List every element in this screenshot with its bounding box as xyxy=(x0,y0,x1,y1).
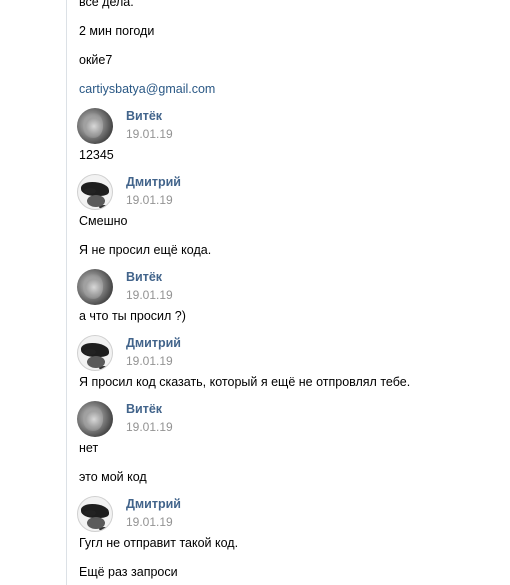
message-date[interactable]: 19.01.19 xyxy=(126,288,173,302)
author-name[interactable]: Дмитрий xyxy=(126,175,181,189)
vitek-avatar[interactable] xyxy=(77,108,113,144)
message-date[interactable]: 19.01.19 xyxy=(126,515,173,529)
message-date[interactable]: 19.01.19 xyxy=(126,193,173,207)
message-text: а что ты просил ?) xyxy=(79,309,186,323)
message-text: 12345 xyxy=(79,148,114,162)
dmitry-avatar[interactable] xyxy=(77,335,113,371)
message-text: окйе7 xyxy=(79,53,113,67)
message-text: Я не просил ещё кода. xyxy=(79,243,212,257)
email-link[interactable]: cartiysbatya@gmail.com xyxy=(79,81,215,97)
message-text: Смешно xyxy=(79,214,128,228)
message-text: это мой код xyxy=(79,470,147,484)
message-text: Гугл не отправит такой код. xyxy=(79,536,239,550)
message-thread: все дела. 2 мин погоди окйе7 cartiysbaty… xyxy=(0,0,510,585)
dmitry-avatar[interactable] xyxy=(77,496,113,532)
author-name[interactable]: Витёк xyxy=(126,270,162,284)
author-name[interactable]: Дмитрий xyxy=(126,497,181,511)
message-text: нет xyxy=(79,441,99,455)
dmitry-avatar[interactable] xyxy=(77,174,113,210)
message-date[interactable]: 19.01.19 xyxy=(126,354,173,368)
message-text: Ещё раз запроси xyxy=(79,565,178,579)
vitek-avatar[interactable] xyxy=(77,401,113,437)
message-text: все дела. xyxy=(79,0,134,9)
message-date[interactable]: 19.01.19 xyxy=(126,127,173,141)
vitek-avatar[interactable] xyxy=(77,269,113,305)
author-name[interactable]: Витёк xyxy=(126,402,162,416)
author-name[interactable]: Витёк xyxy=(126,109,162,123)
message-date[interactable]: 19.01.19 xyxy=(126,420,173,434)
message-text: 2 мин погоди xyxy=(79,24,155,38)
author-name[interactable]: Дмитрий xyxy=(126,336,181,350)
message-text: Я просил код сказать, который я ещё не о… xyxy=(79,375,411,389)
